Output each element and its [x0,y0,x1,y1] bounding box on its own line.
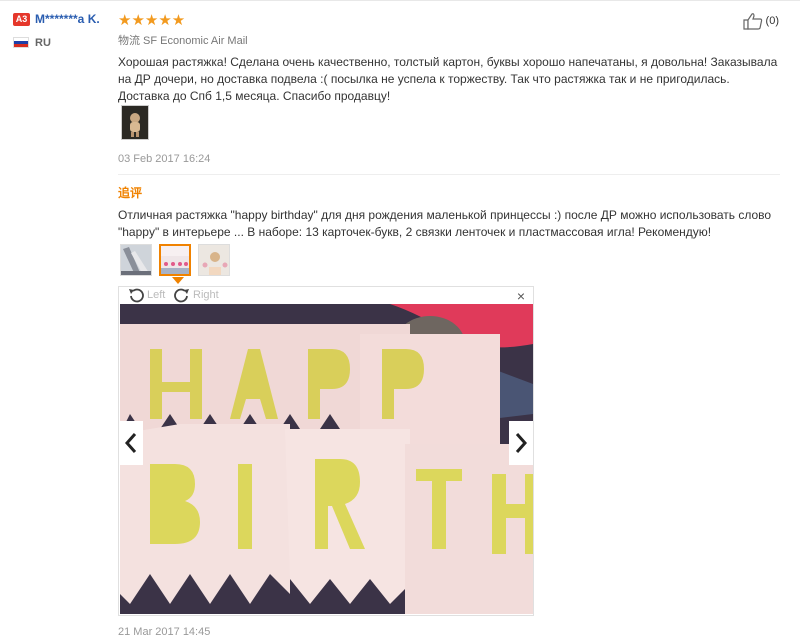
rotate-right-button[interactable]: Right [173,287,219,303]
chevron-left-icon [124,433,137,453]
enlarged-review-photo [120,304,533,614]
reviewer-name: M*******a K. [35,12,100,26]
next-image-button[interactable] [509,421,533,465]
review-text: Хорошая растяжка! Сделана очень качестве… [118,55,778,103]
top-divider [0,0,800,1]
thumbnail-image [199,245,229,275]
buyer-level-badge: A3 [13,13,30,26]
rotate-left-button[interactable]: Left [127,287,165,303]
section-divider [118,174,780,175]
rotate-right-label: Right [193,289,219,301]
star-rating: ★★★★★ [118,12,186,29]
thumbnail-image [121,245,151,275]
rotate-left-icon [129,288,144,303]
thumbs-up-icon [742,13,762,30]
review-photo-thumbnail[interactable] [121,105,149,140]
russia-flag-icon [13,37,29,48]
image-viewer: Left Right × [118,286,534,616]
thumbnail-image [161,246,189,274]
selected-thumbnail-caret [172,277,184,284]
chevron-right-icon [515,433,528,453]
followup-thumbnail[interactable] [120,244,152,276]
banner-photo-image [120,304,533,614]
review-photo-image [122,106,148,139]
followup-date: 21 Mar 2017 14:45 [118,626,211,638]
followup-title: 追评 [118,186,143,200]
like-button[interactable]: (0) [742,12,779,30]
close-icon[interactable]: × [517,288,525,304]
followup-thumbnail[interactable] [198,244,230,276]
followup-text: Отличная растяжка "happy birthday" для д… [118,208,772,239]
like-count: (0) [765,15,779,27]
rotate-right-icon [174,288,189,303]
followup-thumbnail-selected[interactable] [159,244,191,276]
review-date: 03 Feb 2017 16:24 [118,153,211,165]
shipping-method: 物流 SF Economic Air Mail [118,35,248,47]
rotate-left-label: Left [147,289,166,301]
followup-thumbnails [120,244,230,276]
prev-image-button[interactable] [119,421,143,465]
reviewer-country: RU [35,37,51,49]
